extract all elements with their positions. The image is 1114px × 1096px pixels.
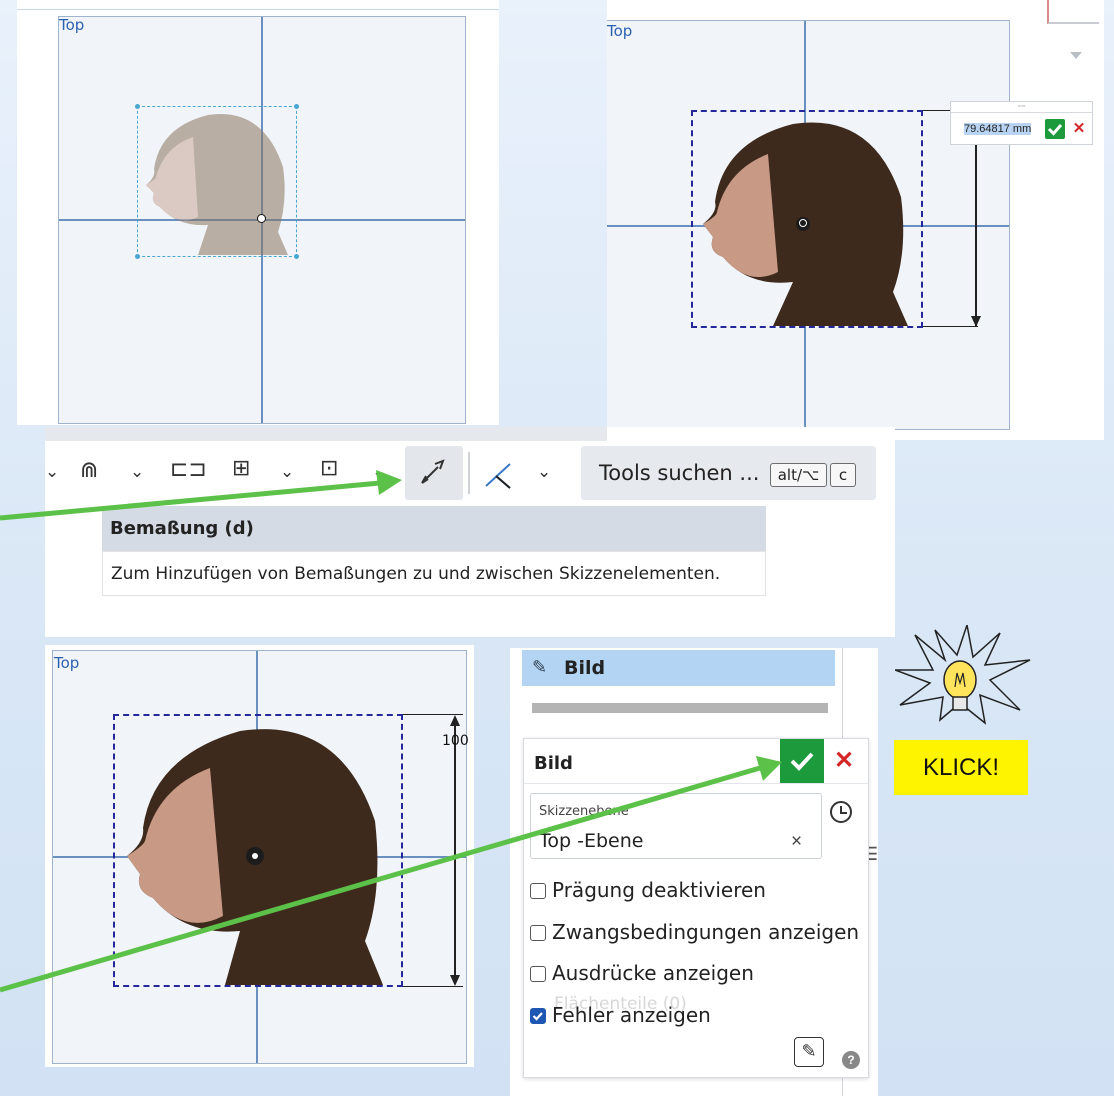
dimension-icon [421,459,445,484]
origin-point[interactable] [257,214,266,223]
checkbox-emboss[interactable]: Prägung deaktivieren [530,878,766,902]
close-icon: ✕ [833,747,855,774]
feature-dialog: Bild ✕ Skizzenebene Top -Ebene × Prägung… [523,738,869,1078]
dimension-input-box[interactable]: ▫▫▫ 79.64817 mm ✕ [950,101,1093,145]
view-cube-edge[interactable] [1047,0,1099,24]
head-profile-image [127,729,383,985]
checkbox-label: Ausdrücke anzeigen [552,961,754,985]
checkbox-label: Zwangsbedingungen anzeigen [552,920,860,944]
checkbox[interactable] [530,883,546,899]
chevron-down-icon[interactable] [1070,52,1082,59]
mirror-tool-icon[interactable]: ⊏⊐ [170,457,207,482]
dimension-arrowhead [450,975,460,986]
checkbox[interactable] [530,925,546,941]
field-value: Top -Ebene [539,830,644,852]
check-icon [1047,124,1063,136]
check-icon [790,752,814,771]
panel-top-border [17,9,499,10]
dimension-arrowhead [971,316,981,327]
pattern-tool-icon[interactable]: ⊞ [232,456,250,481]
dimension-line [923,326,978,327]
checkbox-errors[interactable]: Fehler anzeigen [530,1003,711,1027]
image-bounding-box[interactable] [113,714,403,987]
history-icon[interactable] [830,801,852,823]
dimension-line [975,145,977,326]
corner-handle[interactable] [294,104,299,109]
checkbox-label: Fehler anzeigen [552,1003,711,1027]
dialog-title: Bild [534,753,573,774]
image-bounding-box[interactable] [691,110,923,328]
view-label: Top [59,16,85,34]
toolbar-strip [45,427,607,441]
tooltip-header: Bemaßung (d) [102,506,766,551]
chevron-down-icon[interactable]: ⌄ [45,462,59,482]
feature-list-item-label: Bild [564,657,606,679]
dimension-value[interactable]: 79.64817 mm [964,123,1032,135]
check-icon [532,1012,543,1021]
construction-line-icon[interactable] [480,454,520,494]
sketch-feature-icon: ✎ [532,657,548,677]
search-placeholder: Tools suchen ... [599,461,760,485]
lightbulb-icon [895,625,1031,725]
sketch-panel-top-right: Top [607,0,1104,440]
chevron-down-icon[interactable]: ⌄ [537,462,551,482]
confirm-button[interactable] [780,739,824,783]
checkbox-label: Prägung deaktivieren [552,878,766,902]
dimension-value-label[interactable]: 100 [442,733,469,749]
head-profile-image [146,114,288,255]
offset-tool-icon[interactable]: ⋒ [80,458,98,483]
toolbar-divider [468,452,470,494]
help-text: ? [847,1053,855,1067]
rollback-bar[interactable] [532,703,828,713]
click-callout: KLICK! [894,740,1028,795]
image-bounding-box[interactable] [135,104,299,259]
cancel-dimension-button[interactable]: ✕ [1069,119,1089,139]
checkbox-expressions[interactable]: Ausdrücke anzeigen [530,961,754,985]
tooltip-description: Zum Hinzufügen von Bemaßungen zu und zwi… [111,564,721,584]
origin-point[interactable] [799,219,807,227]
sketch-plane-field[interactable]: Skizzenebene Top -Ebene × [530,793,822,859]
corner-handle[interactable] [294,254,299,259]
drag-handle[interactable]: ▫▫▫ [951,102,1092,113]
corner-handle[interactable] [135,254,140,259]
checkbox[interactable] [530,966,546,982]
shortcut-key: c [830,463,856,487]
checkbox-constraints[interactable]: Zwangsbedingungen anzeigen [530,920,859,944]
chevron-down-icon[interactable]: ⌄ [280,462,294,482]
feature-list-item[interactable]: ✎ Bild [522,650,835,686]
chevron-down-icon[interactable]: ⌄ [372,462,386,482]
sketch-edit-icon[interactable]: ✎ [794,1037,824,1067]
dimension-line [403,986,463,987]
insert-image-icon[interactable]: ⊡ [320,456,338,481]
dimension-line [454,725,456,977]
corner-handle[interactable] [135,104,140,109]
tool-search-input[interactable]: Tools suchen ... alt/⌥ c [581,446,876,500]
dimension-tool-button[interactable] [405,446,463,500]
chevron-down-icon[interactable]: ⌄ [130,462,144,482]
sketch-panel-bottom-left: Top 100 [45,645,474,1067]
confirm-dimension-button[interactable] [1045,119,1065,139]
head-profile-image [703,122,908,326]
tooltip-title: Bemaßung (d) [110,518,254,539]
dialog-header-divider [524,783,868,784]
checkbox-checked[interactable] [530,1008,546,1024]
view-label: Top [607,22,633,40]
close-icon: ✕ [1072,120,1086,137]
field-label: Skizzenebene [539,804,629,819]
tooltip-body: Zum Hinzufügen von Bemaßungen zu und zwi… [102,551,766,596]
sketch-panel-top-left: Top [17,0,499,425]
view-label: Top [54,654,80,672]
cancel-button[interactable]: ✕ [828,745,860,777]
dimension-arrowhead [450,715,460,726]
help-icon[interactable]: ? [842,1051,860,1069]
shortcut-key: alt/⌥ [770,463,827,487]
clear-field-button[interactable]: × [791,831,802,853]
